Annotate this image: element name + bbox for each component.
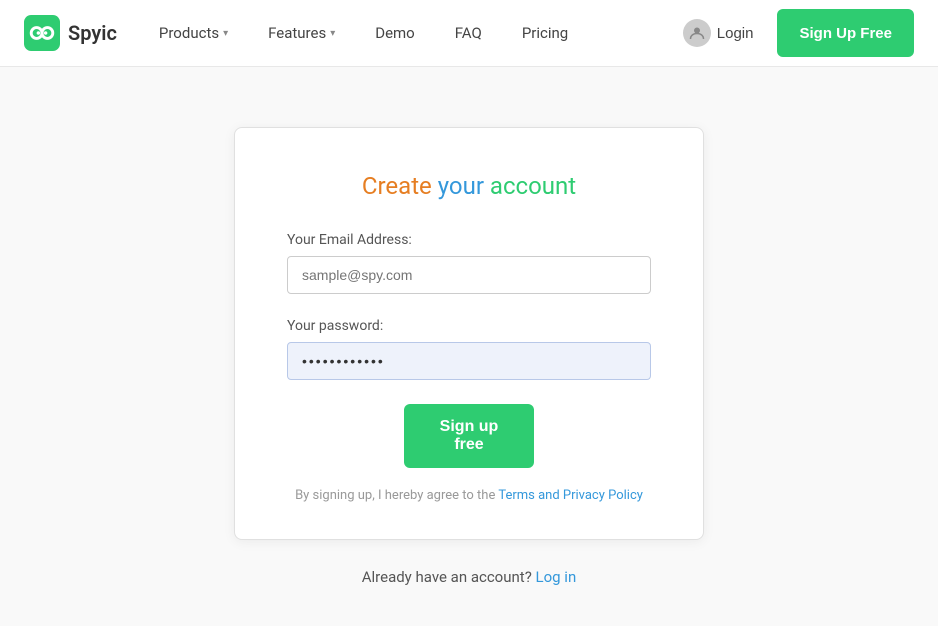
user-icon (683, 19, 711, 47)
signup-button[interactable]: Sign up free (404, 404, 534, 468)
password-form-group: Your password: (287, 318, 651, 380)
nav-link-features[interactable]: Features ▾ (250, 16, 353, 50)
login-button[interactable]: Login (667, 11, 770, 55)
card-title: Create your account (287, 172, 651, 200)
terms-text: By signing up, I hereby agree to the Ter… (287, 488, 651, 503)
title-word-your: your (438, 172, 484, 200)
email-input[interactable] (287, 256, 651, 294)
password-input[interactable] (287, 342, 651, 380)
title-word-create: Create (362, 172, 432, 200)
login-label: Login (717, 25, 754, 42)
terms-link[interactable]: Terms and Privacy Policy (498, 488, 643, 503)
email-label: Your Email Address: (287, 232, 651, 248)
brand-logo-icon (24, 15, 60, 51)
signup-card: Create your account Your Email Address: … (234, 127, 704, 540)
nav-link-products[interactable]: Products ▾ (141, 16, 246, 50)
email-form-group: Your Email Address: (287, 232, 651, 294)
main-content: Create your account Your Email Address: … (0, 67, 938, 626)
nav-link-pricing[interactable]: Pricing (504, 16, 586, 50)
title-word-account: account (490, 172, 576, 200)
nav-links: Products ▾ Features ▾ Demo FAQ Pricing (141, 16, 667, 50)
nav-signup-button[interactable]: Sign Up Free (777, 9, 914, 57)
bottom-login-link[interactable]: Log in (536, 568, 577, 586)
nav-right: Login Sign Up Free (667, 9, 914, 57)
chevron-down-icon: ▾ (223, 28, 228, 39)
password-label: Your password: (287, 318, 651, 334)
nav-link-demo[interactable]: Demo (357, 16, 433, 50)
chevron-down-icon: ▾ (330, 28, 335, 39)
nav-link-faq[interactable]: FAQ (437, 16, 500, 50)
navbar: Spyic Products ▾ Features ▾ Demo FAQ Pri… (0, 0, 938, 67)
brand-name: Spyic (68, 21, 117, 45)
brand-logo-link[interactable]: Spyic (24, 15, 117, 51)
bottom-login-text: Already have an account? Log in (362, 568, 577, 586)
